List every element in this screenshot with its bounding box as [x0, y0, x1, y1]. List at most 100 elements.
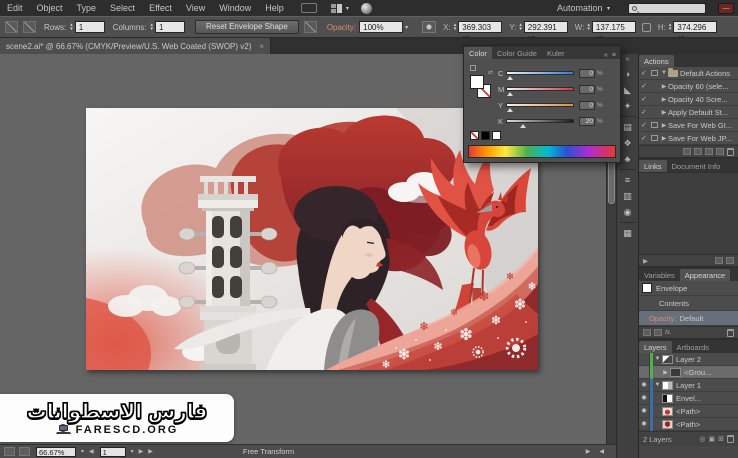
stroke-icon[interactable]: ≡: [620, 173, 636, 187]
cyan-slider[interactable]: [506, 71, 574, 80]
w-stepper[interactable]: ▲ ▼: [586, 22, 590, 31]
next-artboard-icon[interactable]: ▶: [139, 448, 144, 455]
action-row[interactable]: ✓ ▶ Opacity 40 Scre...: [639, 93, 738, 106]
dialog-toggle-icon[interactable]: [651, 122, 658, 128]
brushes-icon[interactable]: ❖: [620, 136, 636, 150]
chevron-down-icon[interactable]: ▾: [131, 448, 134, 455]
layer-row[interactable]: ◉ <Path>: [639, 404, 738, 418]
new-stroke-icon[interactable]: [643, 329, 651, 336]
slider-handle[interactable]: [507, 92, 513, 96]
black-swatch[interactable]: [481, 131, 490, 140]
check-icon[interactable]: ✓: [641, 134, 651, 142]
workspace-switcher[interactable]: ▾: [330, 3, 349, 13]
layer-thumbnail[interactable]: [662, 354, 673, 364]
document-tab[interactable]: scene2.ai* @ 66.67% (CMYK/Preview/U.S. W…: [0, 38, 272, 54]
chevron-down-icon[interactable]: ▼: [660, 70, 668, 76]
cyan-value-field[interactable]: 0: [579, 68, 595, 78]
x-field[interactable]: 369.303 pt: [458, 21, 503, 43]
search-input[interactable]: [628, 2, 706, 14]
trash-icon[interactable]: [727, 435, 734, 443]
scroll-right-icon[interactable]: ▶: [586, 448, 591, 455]
rows-field[interactable]: 1: [74, 21, 105, 33]
layer-row[interactable]: ◉ Envel...: [639, 391, 738, 405]
layer-row[interactable]: ◉ ▼ Layer 1: [639, 378, 738, 392]
panel-menu-icon[interactable]: ≡: [612, 52, 616, 59]
close-icon[interactable]: ×: [259, 42, 264, 51]
expand-panels-icon[interactable]: «: [626, 56, 630, 63]
tab-color[interactable]: Color: [464, 47, 492, 59]
columns-field[interactable]: 1: [154, 21, 185, 33]
white-swatch[interactable]: [492, 131, 501, 140]
menu-select[interactable]: Select: [103, 3, 142, 13]
cs-live-icon[interactable]: [360, 2, 372, 14]
new-sublayer-icon[interactable]: ▣: [709, 435, 716, 443]
layer-label[interactable]: <Path>: [676, 407, 700, 416]
tab-document-info[interactable]: Document Info: [667, 160, 726, 172]
slider-handle[interactable]: [507, 76, 513, 80]
visibility-toggle[interactable]: [639, 365, 650, 379]
artboard-navigation-field[interactable]: 1: [99, 446, 126, 457]
links-list[interactable]: [639, 172, 738, 254]
tab-kuler[interactable]: Kuler: [542, 47, 570, 59]
dialog-toggle-icon[interactable]: [651, 96, 658, 102]
action-row[interactable]: ✓ ▶ Save For Web JP...: [639, 132, 738, 145]
constrain-proportions-icon[interactable]: [641, 22, 651, 32]
visibility-toggle[interactable]: ◉: [639, 417, 650, 431]
chevron-down-icon[interactable]: ▼: [653, 356, 662, 362]
last-artboard-icon[interactable]: ▶: [148, 448, 153, 455]
edit-contents-icon[interactable]: [303, 21, 317, 33]
appearance-row-contents[interactable]: Contents: [639, 296, 738, 311]
trash-icon[interactable]: [727, 147, 734, 156]
appearance-row-envelope[interactable]: Envelope: [639, 281, 738, 296]
trash-icon[interactable]: [727, 328, 734, 337]
layer-row[interactable]: ▼ Layer 2: [639, 352, 738, 366]
layer-label[interactable]: <Path>: [676, 420, 700, 429]
zoom-level-field[interactable]: 66.67%: [36, 446, 76, 457]
dialog-toggle-icon[interactable]: [651, 83, 658, 89]
scroll-left-icon[interactable]: ◀: [599, 448, 604, 455]
opacity-field[interactable]: 100%: [359, 21, 404, 33]
visibility-toggle[interactable]: ◉: [639, 391, 650, 405]
relink-icon[interactable]: [715, 257, 723, 264]
visibility-toggle[interactable]: ◉: [639, 404, 650, 418]
black-value-field[interactable]: 20: [579, 116, 595, 126]
menu-view[interactable]: View: [179, 3, 212, 13]
opacity-label[interactable]: Opacity:: [327, 23, 356, 32]
none-swatch[interactable]: [470, 131, 479, 140]
menu-window[interactable]: Window: [212, 3, 258, 13]
layer-label[interactable]: Layer 1: [676, 381, 701, 390]
check-icon[interactable]: ✓: [641, 121, 651, 129]
visibility-toggle[interactable]: ◉: [639, 378, 650, 392]
transparency-icon[interactable]: ◉: [620, 205, 636, 219]
chevron-right-icon[interactable]: ▶: [661, 369, 670, 376]
tab-color-guide[interactable]: Color Guide: [492, 47, 542, 59]
layer-thumbnail[interactable]: [662, 419, 673, 429]
tab-layers[interactable]: Layers: [639, 341, 672, 353]
envelope-mesh-icon[interactable]: [23, 21, 36, 33]
tab-artboards[interactable]: Artboards: [672, 341, 715, 353]
layer-thumbnail[interactable]: [670, 367, 681, 377]
layer-label[interactable]: <Grou...: [684, 368, 711, 377]
check-icon[interactable]: ✓: [641, 95, 651, 103]
layer-thumbnail[interactable]: [662, 380, 673, 390]
play-icon[interactable]: [705, 148, 713, 155]
envelope-warp-icon[interactable]: [5, 21, 18, 33]
chevron-down-icon[interactable]: ▾: [405, 24, 408, 31]
rows-stepper[interactable]: ▲ ▼: [69, 22, 73, 31]
layer-thumbnail[interactable]: [662, 406, 673, 416]
opacity-link[interactable]: Opacity:: [649, 314, 677, 323]
w-field[interactable]: 137.175 pt: [591, 21, 636, 43]
action-row[interactable]: ✓ ▶ Save For Web GI...: [639, 119, 738, 132]
dialog-toggle-icon[interactable]: [651, 70, 658, 76]
collapse-panel-icon[interactable]: «: [604, 52, 608, 59]
menu-help[interactable]: Help: [258, 3, 291, 13]
new-layer-icon[interactable]: ⊞: [718, 435, 724, 443]
symbols-icon[interactable]: ✦: [620, 99, 636, 113]
automation-dropdown[interactable]: Automation ▾: [557, 3, 610, 13]
y-field[interactable]: 292.391 pt: [523, 21, 568, 43]
check-icon[interactable]: ✓: [641, 69, 651, 77]
layer-label[interactable]: Layer 2: [676, 355, 701, 364]
action-row[interactable]: ✓ ▶ Opacity 60 (sele...: [639, 80, 738, 93]
magenta-slider[interactable]: [506, 87, 574, 96]
chevron-right-icon[interactable]: ▶: [660, 135, 668, 142]
